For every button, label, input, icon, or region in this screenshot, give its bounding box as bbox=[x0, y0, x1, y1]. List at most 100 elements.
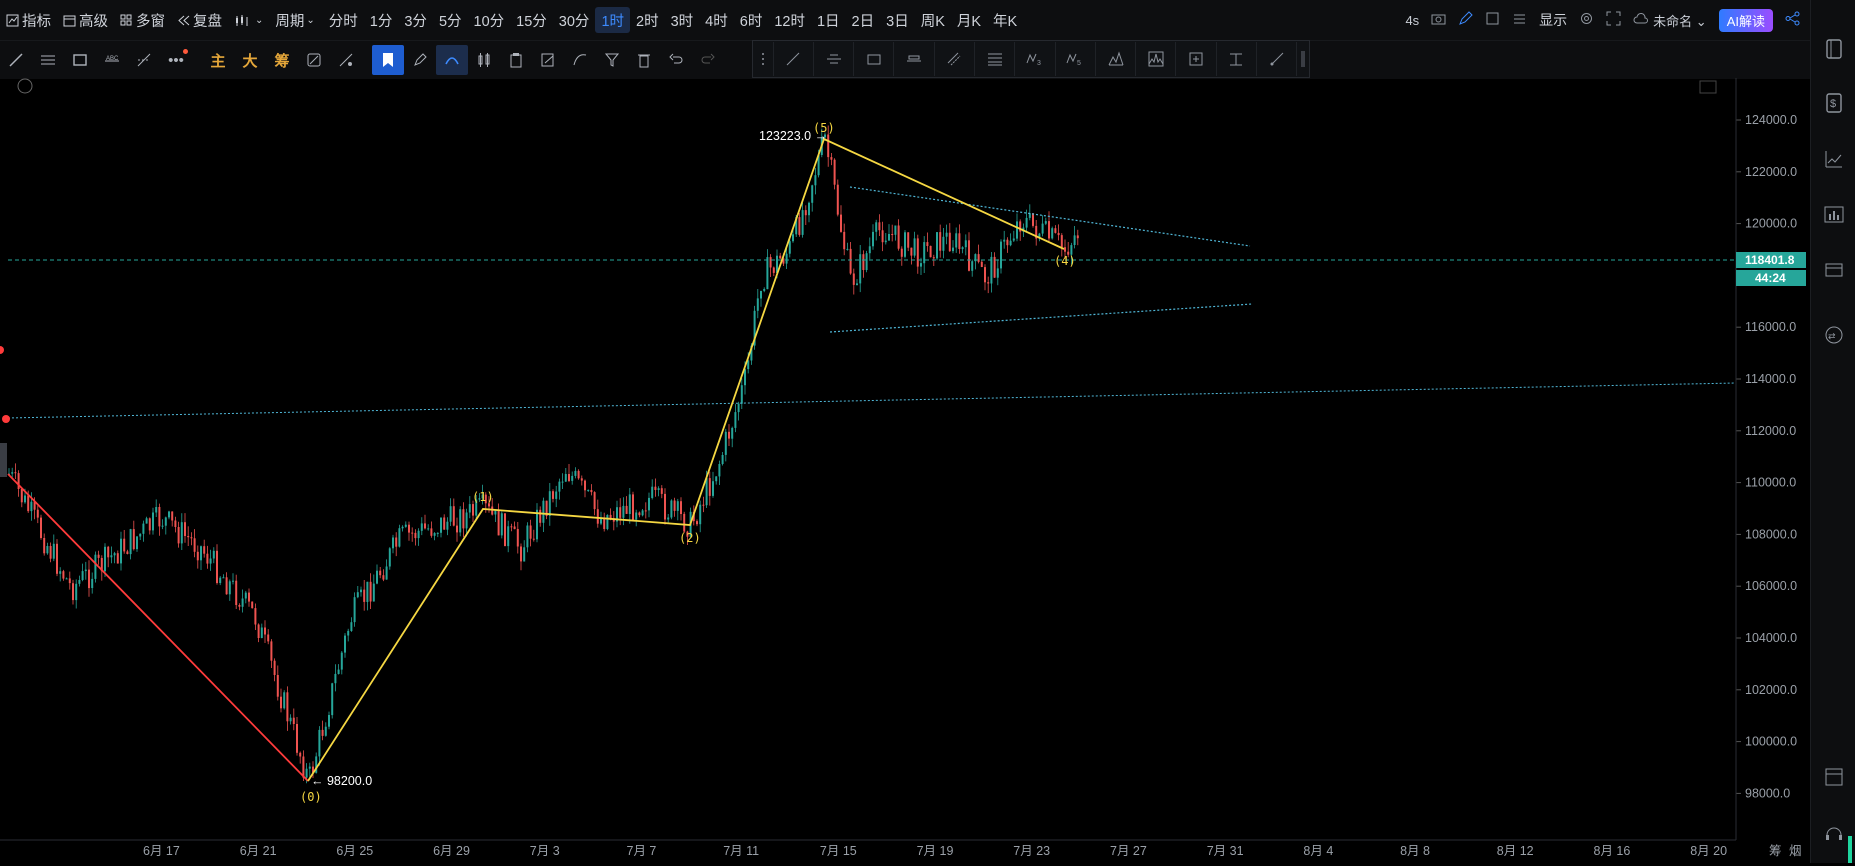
candle-body bbox=[603, 518, 606, 529]
exchange-icon[interactable]: ⇄ bbox=[1823, 324, 1845, 346]
rect-draw-icon[interactable] bbox=[854, 42, 895, 76]
headset-icon[interactable] bbox=[1823, 822, 1845, 844]
clipboard-icon[interactable] bbox=[500, 45, 532, 75]
topbar-item-period-11[interactable]: 15分 bbox=[510, 7, 553, 33]
pencil-icon[interactable] bbox=[404, 45, 436, 75]
topbar-item-period-23[interactable]: 月K bbox=[951, 7, 987, 33]
topbar-item-label: 1时 bbox=[601, 13, 625, 30]
layout-name-dropdown[interactable]: 未命名 ⌄ bbox=[1653, 11, 1707, 30]
bar-chart-icon[interactable] bbox=[1823, 204, 1845, 226]
big-order-button[interactable]: 大 bbox=[234, 45, 266, 75]
wave5-icon[interactable]: 5 bbox=[1056, 42, 1096, 76]
topbar-item-period-13[interactable]: 1时 bbox=[595, 7, 631, 33]
topbar-item-indicator[interactable]: 指标 bbox=[0, 7, 57, 33]
topbar-item-period-12[interactable]: 30分 bbox=[553, 7, 596, 33]
edit-note-icon[interactable] bbox=[532, 45, 564, 75]
channel-icon[interactable] bbox=[935, 42, 976, 76]
camera-icon[interactable] bbox=[1431, 12, 1446, 28]
redo-icon[interactable] bbox=[692, 45, 724, 75]
triangle-lower-line[interactable] bbox=[829, 303, 1253, 333]
trend-line-icon[interactable] bbox=[774, 42, 814, 76]
candle-body bbox=[20, 489, 23, 503]
h-line-icon[interactable] bbox=[814, 42, 855, 76]
topbar-item-period-21[interactable]: 3日 bbox=[880, 7, 915, 33]
refresh-interval[interactable]: 4s bbox=[1405, 13, 1419, 28]
x-tick-label: 7月 7 bbox=[627, 844, 657, 858]
fullscreen-chart-icon[interactable] bbox=[1699, 80, 1717, 94]
fib-retrace-icon[interactable] bbox=[975, 42, 1016, 76]
topbar-item-period-14[interactable]: 2时 bbox=[630, 7, 665, 33]
x-axis[interactable]: 6月 17 6月 21 6月 25 6月 29 7月 3 7月 7 7月 11 7月 15 7月… bbox=[0, 839, 1802, 858]
ai-interpret-button[interactable]: AI解读 bbox=[1718, 8, 1773, 32]
ray-icon[interactable] bbox=[1257, 42, 1298, 76]
trash-icon[interactable] bbox=[628, 45, 660, 75]
candle-body bbox=[347, 630, 350, 636]
decline-wave-line[interactable] bbox=[7, 473, 309, 782]
fullscreen-icon[interactable] bbox=[1606, 11, 1621, 29]
head-shoulders-icon[interactable] bbox=[1136, 42, 1177, 76]
window-link-icon[interactable] bbox=[1485, 11, 1500, 29]
candle-icon[interactable] bbox=[468, 45, 500, 75]
topbar-item-period-9[interactable]: 5分 bbox=[433, 7, 468, 33]
topbar-item-period-24[interactable]: 年K bbox=[987, 7, 1023, 33]
display-button[interactable]: 显示 bbox=[1539, 10, 1567, 30]
watchlist-icon[interactable] bbox=[1823, 38, 1845, 60]
long-trendline[interactable] bbox=[7, 382, 1737, 419]
topbar-item-period-6[interactable]: 分时 bbox=[323, 7, 364, 33]
bookmark-icon[interactable] bbox=[372, 45, 404, 75]
add-box-icon[interactable] bbox=[1176, 42, 1217, 76]
curve-icon[interactable] bbox=[564, 45, 596, 75]
filter-icon[interactable] bbox=[596, 45, 628, 75]
drag-handle-icon[interactable] bbox=[753, 42, 774, 76]
fib-icon[interactable] bbox=[128, 45, 160, 75]
window-icon[interactable] bbox=[1823, 766, 1845, 788]
candle-body bbox=[785, 253, 788, 264]
topbar-item-period-10[interactable]: 10分 bbox=[468, 7, 511, 33]
magnet-icon[interactable] bbox=[436, 45, 468, 75]
topbar-item-period-18[interactable]: 12时 bbox=[768, 7, 811, 33]
undo-icon[interactable] bbox=[660, 45, 692, 75]
topbar-item-period-16[interactable]: 4时 bbox=[699, 7, 734, 33]
wave3-icon[interactable]: 3 bbox=[1015, 42, 1056, 76]
gear-icon[interactable] bbox=[1579, 11, 1594, 29]
topbar-item-period-22[interactable]: 周K bbox=[915, 7, 951, 33]
topbar-item-chart-type[interactable]: ⌄ bbox=[228, 7, 269, 33]
more-icon[interactable]: ••• bbox=[160, 45, 192, 75]
pattern-icon[interactable] bbox=[1096, 42, 1137, 76]
settings-circle-icon[interactable] bbox=[17, 78, 33, 94]
topbar-item-period-17[interactable]: 6时 bbox=[734, 7, 769, 33]
rectangle-icon[interactable] bbox=[64, 45, 96, 75]
text-tool-icon[interactable] bbox=[1217, 42, 1258, 76]
cloud-icon[interactable] bbox=[1633, 12, 1649, 28]
topbar-item-period-19[interactable]: 1日 bbox=[811, 7, 846, 33]
left-drag-handle[interactable] bbox=[0, 443, 7, 477]
line-tool-icon[interactable] bbox=[0, 45, 32, 75]
trend-icon[interactable] bbox=[1823, 148, 1845, 170]
draw-edit-icon[interactable] bbox=[1458, 11, 1473, 29]
candle-body bbox=[123, 538, 126, 552]
topbar-item-period-15[interactable]: 3时 bbox=[665, 7, 700, 33]
range-icon[interactable]: ABC bbox=[96, 45, 128, 75]
measure-icon[interactable] bbox=[330, 45, 362, 75]
horizontal-lines-icon[interactable] bbox=[32, 45, 64, 75]
topbar-item-period-8[interactable]: 3分 bbox=[398, 7, 433, 33]
main-indicator-button[interactable]: 主 bbox=[202, 45, 234, 75]
chart-canvas[interactable]: 124000.0122000.0120000.0118000.0116000.0… bbox=[0, 78, 1810, 863]
dollar-icon[interactable]: $ bbox=[1823, 92, 1845, 114]
y-axis[interactable]: 124000.0122000.0120000.0118000.0116000.0… bbox=[1735, 78, 1797, 840]
topbar-item-calendar[interactable]: 高级 bbox=[57, 7, 114, 33]
chip-button[interactable]: 筹 bbox=[266, 45, 298, 75]
share-icon[interactable] bbox=[1785, 11, 1800, 29]
topbar-item-period-7[interactable]: 1分 bbox=[364, 7, 399, 33]
card-icon[interactable] bbox=[1823, 259, 1845, 281]
topbar-item-grid[interactable]: 多窗 bbox=[114, 7, 171, 33]
list-settings-icon[interactable] bbox=[1512, 12, 1527, 28]
price-range-icon[interactable] bbox=[894, 42, 935, 76]
topbar-item-period-5[interactable]: 周期 ⌄ bbox=[269, 7, 320, 33]
price-chart[interactable]: 124000.0122000.0120000.0118000.0116000.0… bbox=[0, 78, 1810, 863]
topbar-item-rewind[interactable]: 复盘 bbox=[171, 7, 228, 33]
collapse-handle-icon[interactable] bbox=[1297, 42, 1309, 76]
compare-icon[interactable] bbox=[298, 45, 330, 75]
candle-body bbox=[696, 521, 698, 525]
topbar-item-period-20[interactable]: 2日 bbox=[846, 7, 881, 33]
